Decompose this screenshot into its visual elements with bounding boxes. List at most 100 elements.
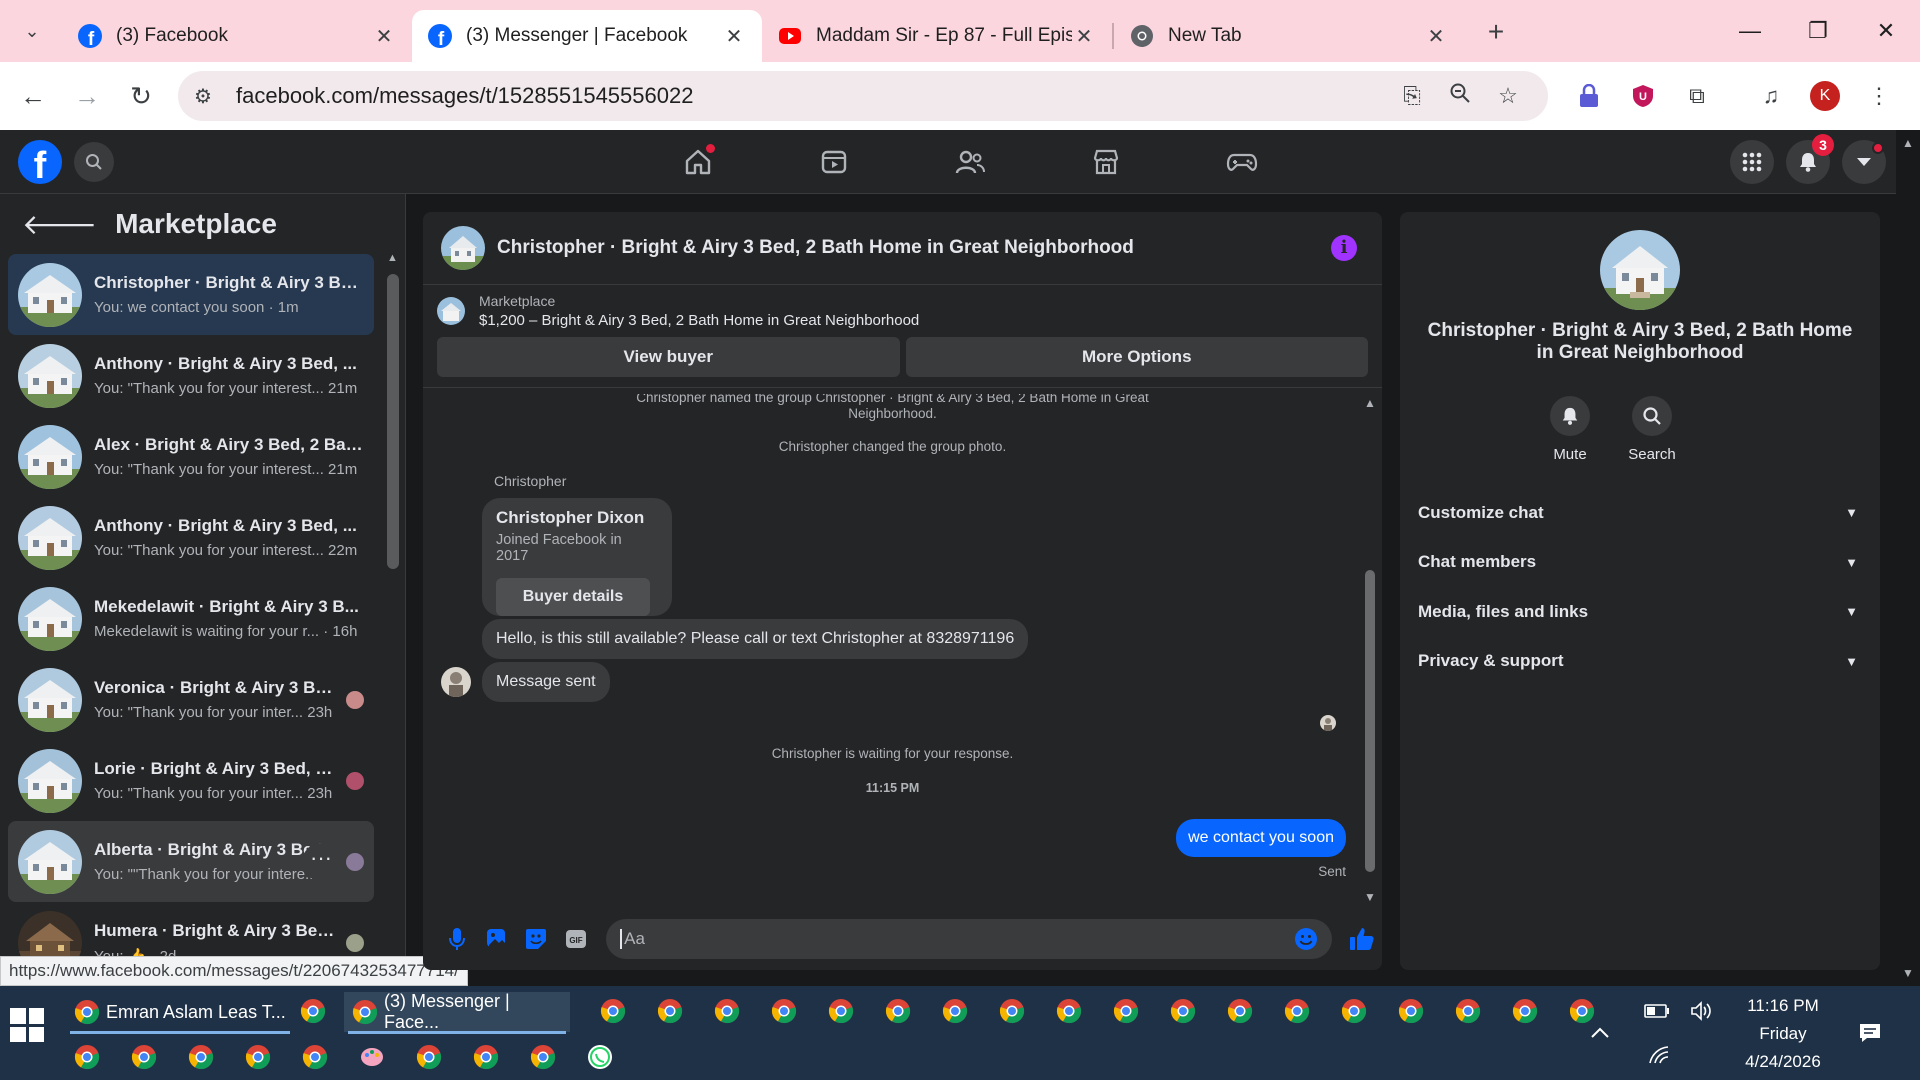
search-action[interactable]: Search [1628,396,1676,463]
chrome-icon[interactable] [1113,998,1139,1024]
chrome-icon[interactable] [1398,998,1424,1024]
volume-icon[interactable] [1690,964,1714,1058]
marketplace-listing-bar[interactable]: Marketplace $1,200 – Bright & Airy 3 Bed… [423,285,1382,337]
chrome-icon[interactable] [188,1044,214,1070]
site-info-icon[interactable]: ⚙ [194,84,228,109]
zoom-icon[interactable] [1436,82,1484,110]
taskbar-app-chrome-1[interactable]: Emran Aslam Leas T... [66,992,294,1034]
chrome-icon[interactable] [131,1044,157,1070]
scroll-up-icon[interactable]: ▲ [1364,396,1376,410]
chrome-icon[interactable] [771,998,797,1024]
install-app-icon[interactable]: ⎘ [1388,83,1436,109]
search-button[interactable] [1632,396,1672,436]
attach-photo-icon[interactable] [477,919,517,959]
menu-grid-button[interactable] [1730,140,1774,184]
back-arrow-icon[interactable]: 🡐 [22,207,97,241]
facebook-logo-icon[interactable]: f [18,140,62,184]
wifi-icon[interactable] [1648,1008,1672,1080]
tab-close-icon[interactable]: ✕ [1424,24,1448,49]
url-text[interactable]: facebook.com/messages/t/1528551545556022 [236,83,1388,109]
sticker-icon[interactable] [517,919,557,959]
details-section[interactable]: Privacy & support ▼ [1400,637,1880,687]
facebook-search-button[interactable] [74,142,114,182]
message-scrollbar[interactable]: ▲ ▼ [1362,394,1378,906]
chat-list-item[interactable]: Alex · Bright & Airy 3 Bed, 2 Bat... You:… [8,416,374,497]
page-scrollbar[interactable]: ▲ ▼ [1896,130,1920,986]
back-arrow-icon[interactable]: ← [6,81,60,112]
chrome-icon[interactable] [657,998,683,1024]
taskbar-app-chrome-2[interactable]: (3) Messenger | Face... [344,991,570,1034]
chat-list-item[interactable]: Mekedelawit · Bright & Airy 3 B... Mekede… [8,578,374,659]
gif-icon[interactable]: GIF [556,919,596,959]
incoming-message-bubble[interactable]: Message sent [482,662,610,702]
chat-list-item[interactable]: Veronica · Bright & Airy 3 Be... You: "Th… [8,659,374,740]
chrome-menu-icon[interactable]: ⋮ [1852,83,1906,109]
mute-action[interactable]: Mute [1550,396,1590,463]
chrome-icon[interactable] [828,998,854,1024]
chrome-icon[interactable] [530,1044,556,1070]
ublock-shield-icon[interactable]: U [1616,84,1670,108]
system-clock[interactable]: 11:16 PM Friday 4/24/2026 [1718,992,1848,1076]
chat-list-item[interactable]: Anthony · Bright & Airy 3 Bed, ... You: "… [8,335,374,416]
more-options-icon[interactable]: ··· [302,843,340,881]
chrome-icon[interactable] [416,1044,442,1070]
browser-tab[interactable]: New Tab ✕ [1114,10,1464,62]
tab-close-icon[interactable]: ✕ [1072,24,1096,49]
nav-marketplace[interactable] [1038,130,1174,194]
message-input[interactable]: Aa [606,919,1333,959]
chrome-icon[interactable] [302,1044,328,1070]
scroll-up-icon[interactable]: ▲ [387,252,398,264]
tab-close-icon[interactable]: ✕ [372,24,396,49]
profile-avatar[interactable]: K [1798,81,1852,111]
chrome-icon[interactable] [1512,998,1538,1024]
notification-center-icon[interactable] [1858,986,1882,1080]
scroll-up-icon[interactable]: ▲ [1902,136,1914,150]
browser-tab[interactable]: f (3) Facebook ✕ [62,10,412,62]
restore-icon[interactable]: ❐ [1784,18,1852,44]
whatsapp-icon[interactable] [587,1044,613,1070]
chrome-icon[interactable] [1341,998,1367,1024]
tab-search-chevron-icon[interactable]: ⌄ [10,9,54,53]
chrome-icon[interactable] [999,998,1025,1024]
nav-video[interactable] [766,130,902,194]
browser-tab[interactable]: Maddam Sir - Ep 87 - Full Episo ✕ [762,10,1112,62]
details-section[interactable]: Media, files and links ▼ [1400,587,1880,637]
chrome-icon[interactable] [74,1044,100,1070]
new-tab-plus-icon[interactable]: + [1476,12,1516,52]
scroll-down-icon[interactable]: ▼ [1902,966,1914,980]
chrome-icon[interactable] [942,998,968,1024]
chrome-icon[interactable] [600,998,626,1024]
nav-home[interactable] [630,130,766,194]
message-input-placeholder[interactable]: Aa [620,929,1294,949]
reload-icon[interactable]: ↻ [114,81,168,112]
outgoing-message-bubble[interactable]: we contact you soon [1176,819,1346,857]
thumbs-up-icon[interactable] [1342,919,1382,959]
windows-start-icon[interactable] [10,1008,44,1042]
chrome-icon[interactable] [1056,998,1082,1024]
details-section[interactable]: Chat members ▼ [1400,538,1880,588]
chat-list-item[interactable]: Christopher · Bright & Airy 3 Be... You: … [8,254,374,335]
nav-gaming[interactable] [1174,130,1310,194]
chrome-icon[interactable] [1227,998,1253,1024]
conversation-avatar[interactable] [441,226,485,270]
sender-avatar[interactable] [441,667,471,697]
chat-list-scrollbar[interactable]: ▲ [385,252,399,974]
chrome-icon[interactable] [300,998,326,1024]
chrome-icon[interactable] [885,998,911,1024]
forward-arrow-icon[interactable]: → [60,81,114,112]
voice-clip-icon[interactable] [437,919,477,959]
browser-tab[interactable]: f (3) Messenger | Facebook ✕ [412,10,762,62]
mute-button[interactable] [1550,396,1590,436]
chrome-icon[interactable] [245,1044,271,1070]
chat-list-item[interactable]: Alberta · Bright & Airy 3 Bed You: ""Than… [8,821,374,902]
conversation-info-icon[interactable]: i [1331,235,1357,261]
lock-extension-icon[interactable] [1562,84,1616,108]
minimize-icon[interactable]: — [1716,18,1784,44]
extensions-puzzle-icon[interactable]: ⧉ [1670,83,1724,109]
notifications-button[interactable]: 3 [1786,134,1834,184]
media-controls-icon[interactable]: ♫ [1744,83,1798,109]
bookmark-star-icon[interactable]: ☆ [1484,83,1532,109]
chat-list-item[interactable]: Anthony · Bright & Airy 3 Bed, ... You: "… [8,497,374,578]
scroll-down-icon[interactable]: ▼ [1364,890,1376,904]
details-section[interactable]: Customize chat ▼ [1400,488,1880,538]
